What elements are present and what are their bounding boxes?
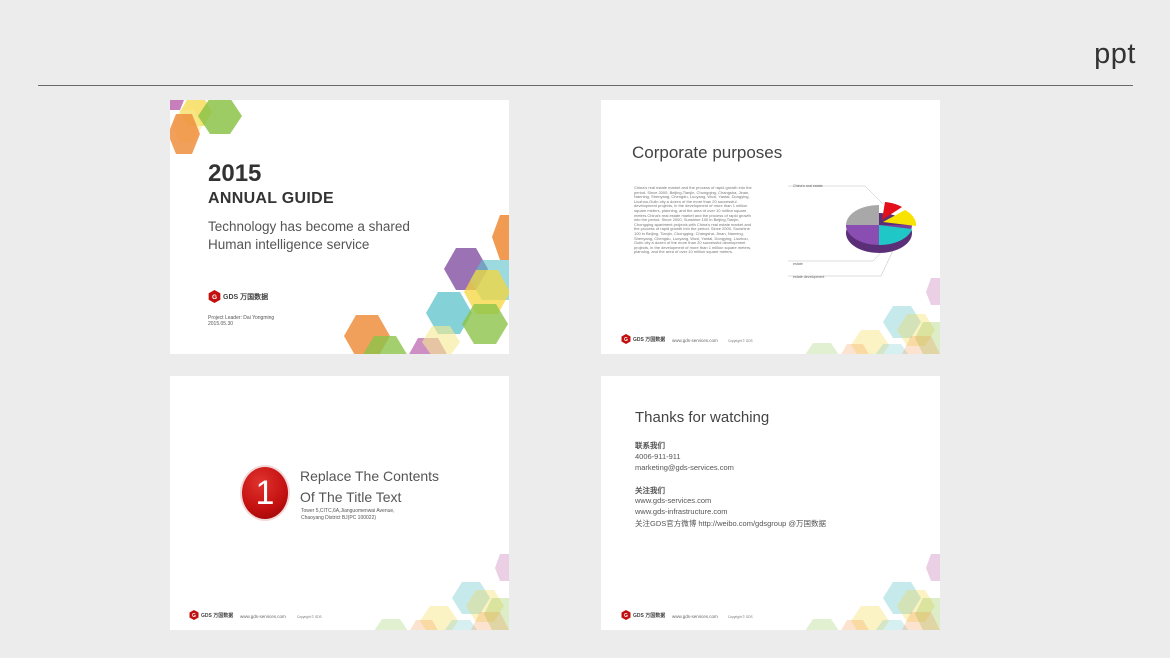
header-divider (38, 85, 1133, 86)
contact-heading: 联系我们 (635, 441, 665, 450)
slide-title: Thanks for watching (635, 409, 770, 426)
contact-phone[interactable]: 4006-911-911 (635, 452, 681, 461)
contact-email[interactable]: marketing@gds-services.com (635, 463, 734, 472)
follow-heading: 关注我们 (635, 486, 665, 495)
footer-url: www.gds-services.com (672, 338, 718, 343)
section-number-badge: 1 (240, 465, 290, 521)
website-link-1[interactable]: www.gds-services.com (635, 496, 711, 505)
footer-url: www.gds-services.com (240, 614, 286, 619)
project-date: 2015.05.30 (208, 321, 234, 327)
pie-label-2: estate (793, 262, 803, 266)
logo-text: GDS 万国数据 (223, 293, 269, 301)
gds-logo-icon: G (189, 610, 199, 620)
page-header-label: ppt (1094, 38, 1136, 70)
gds-logo: G GDS 万国数据 (189, 610, 233, 620)
slide-thumbnail-title[interactable]: 2015 ANNUAL GUIDE Technology has become … (170, 100, 509, 354)
svg-text:G: G (624, 613, 628, 619)
svg-text:G: G (624, 337, 628, 343)
logo-text: GDS 万国数据 (201, 612, 234, 619)
slide-thumbnail-section[interactable]: 1 Replace The Contents Of The Title Text… (170, 376, 509, 630)
logo-text: GDS 万国数据 (633, 612, 666, 619)
slide-thumbnail-corporate-purposes[interactable]: Corporate purposes China's real estate m… (601, 100, 940, 354)
gds-logo: G GDS 万国数据 (208, 290, 268, 303)
footer-url: www.gds-services.com (672, 614, 718, 619)
address-line2: Chaoyang District BJ(PC 100022) (301, 515, 377, 521)
gds-logo: G GDS 万国数据 (621, 334, 665, 344)
address-line1: Tower 5,CITC,6A,Jianguomenwai Avenue, (301, 508, 395, 514)
weibo-link[interactable]: 关注GDS官方微博 http://weibo.com/gdsgroup @万国数… (635, 518, 826, 529)
slide-subtitle-line2: Human intelligence service (208, 237, 370, 252)
website-link-2[interactable]: www.gds-infrastructure.com (635, 507, 728, 516)
slide-title: Corporate purposes (632, 143, 783, 162)
svg-text:G: G (212, 294, 217, 301)
gds-logo-icon: G (621, 334, 631, 344)
slide-subtitle-line1: Technology has become a shared (208, 219, 410, 234)
gds-logo-icon: G (621, 610, 631, 620)
slide-title: ANNUAL GUIDE (208, 190, 334, 207)
slide-year: 2015 (208, 160, 262, 187)
slide-body-text: China's real estate market and the proce… (634, 185, 752, 255)
pie-label-1: China's real estate (793, 184, 823, 188)
slide-thumbnail-thanks[interactable]: Thanks for watching 联系我们 4006-911-911 ma… (601, 376, 940, 630)
section-title-line1: Replace The Contents (300, 468, 440, 484)
footer-copyright: Copyright © GDS (728, 615, 753, 619)
gds-logo-icon: G (208, 290, 221, 303)
gds-logo: G GDS 万国数据 (621, 610, 665, 620)
footer-copyright: Copyright © GDS (297, 615, 322, 619)
pie-chart-3d (788, 185, 917, 277)
section-title-line2: Of The Title Text (300, 489, 402, 505)
pie-label-3: estate development (793, 275, 825, 279)
svg-text:G: G (192, 613, 196, 619)
footer-copyright: Copyright © GDS (728, 339, 753, 343)
logo-text: GDS 万国数据 (633, 336, 666, 343)
